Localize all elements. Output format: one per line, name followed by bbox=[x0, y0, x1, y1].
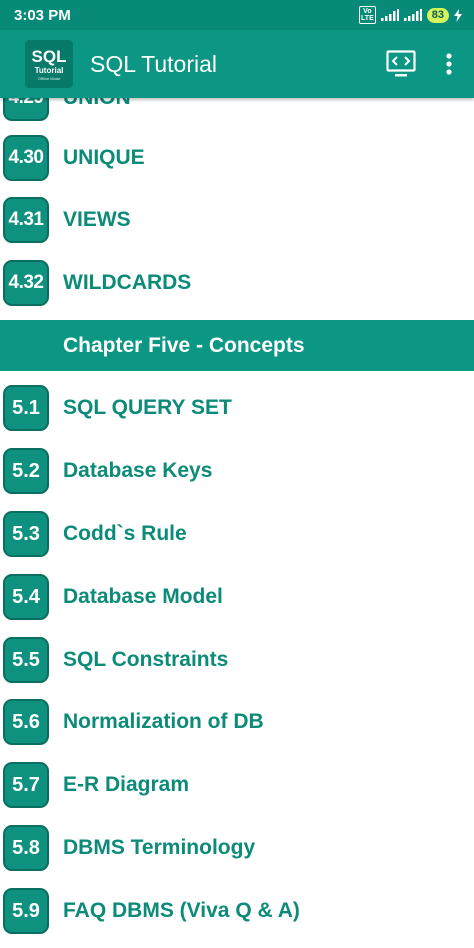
more-vertical-icon bbox=[446, 53, 452, 75]
topic-number-badge: 5.5 bbox=[3, 637, 49, 683]
status-time: 3:03 PM bbox=[14, 6, 71, 24]
logo-subtext: Tutorial bbox=[34, 65, 64, 75]
list-item[interactable]: 4.30 UNIQUE bbox=[0, 127, 474, 189]
list-item[interactable]: 5.1 SQL QUERY SET bbox=[0, 377, 474, 439]
topic-number-badge: 5.6 bbox=[3, 699, 49, 745]
list-item[interactable]: 5.3 Codd`s Rule bbox=[0, 503, 474, 565]
topic-label: Codd`s Rule bbox=[63, 522, 187, 545]
topic-label: UNIQUE bbox=[63, 146, 145, 169]
app-bar: SQL Tutorial Offline Mode SQL Tutorial bbox=[0, 30, 474, 98]
battery-badge: 83 bbox=[426, 7, 449, 23]
overflow-menu-button[interactable] bbox=[440, 49, 458, 79]
code-monitor-button[interactable] bbox=[386, 49, 416, 79]
list-item[interactable]: 5.5 SQL Constraints bbox=[0, 629, 474, 691]
topic-number-badge: 5.2 bbox=[3, 448, 49, 494]
topic-label: VIEWS bbox=[63, 208, 131, 231]
topic-label: WILDCARDS bbox=[63, 271, 192, 294]
list-item[interactable]: 4.32 WILDCARDS bbox=[0, 252, 474, 314]
topic-number-badge: 4.29 bbox=[3, 98, 49, 121]
topic-label: UNION bbox=[63, 98, 131, 110]
list-item[interactable]: 5.2 Database Keys bbox=[0, 440, 474, 502]
status-icons: Vo LTE 83 bbox=[359, 6, 462, 24]
volte-icon: Vo LTE bbox=[359, 6, 376, 24]
topic-list: 4.29 UNION 4.30 UNIQUE 4.31 VIEWS 4.32 W… bbox=[0, 98, 474, 948]
topic-label: Database Model bbox=[63, 585, 223, 608]
status-bar: 3:03 PM Vo LTE 83 bbox=[0, 0, 474, 30]
topic-number-badge: 4.31 bbox=[3, 197, 49, 243]
topic-number-badge: 5.7 bbox=[3, 762, 49, 808]
topic-label: E-R Diagram bbox=[63, 773, 190, 796]
topic-label: SQL QUERY SET bbox=[63, 396, 232, 419]
list-item[interactable]: 5.4 Database Model bbox=[0, 566, 474, 628]
app-logo: SQL Tutorial Offline Mode bbox=[25, 40, 73, 88]
logo-caption: Offline Mode bbox=[37, 75, 61, 81]
topic-number-badge: 5.3 bbox=[3, 511, 49, 557]
signal-icon bbox=[380, 9, 399, 21]
list-item[interactable]: 4.31 VIEWS bbox=[0, 189, 474, 251]
topic-number-badge: 5.9 bbox=[3, 888, 49, 934]
list-item[interactable]: 4.29 UNION bbox=[0, 98, 474, 129]
chapter-header[interactable]: Chapter Five - Concepts bbox=[0, 320, 474, 371]
topic-number-badge: 4.30 bbox=[3, 135, 49, 181]
topic-label: Normalization of DB bbox=[63, 710, 264, 733]
topic-number-badge: 5.4 bbox=[3, 574, 49, 620]
list-item[interactable]: 5.7 E-R Diagram bbox=[0, 754, 474, 816]
chapter-title: Chapter Five - Concepts bbox=[63, 333, 305, 357]
topic-label: DBMS Terminology bbox=[63, 836, 256, 859]
topic-number-badge: 5.8 bbox=[3, 825, 49, 871]
logo-text: SQL bbox=[31, 46, 67, 66]
topic-number-badge: 4.32 bbox=[3, 260, 49, 306]
topic-number-badge: 5.1 bbox=[3, 385, 49, 431]
signal-icon bbox=[403, 9, 422, 21]
topic-label: FAQ DBMS (Viva Q & A) bbox=[63, 899, 300, 922]
list-item[interactable]: 5.6 Normalization of DB bbox=[0, 691, 474, 753]
list-item[interactable]: 5.9 FAQ DBMS (Viva Q & A) bbox=[0, 880, 474, 942]
app-title: SQL Tutorial bbox=[90, 50, 217, 77]
charging-icon bbox=[454, 8, 462, 22]
list-item[interactable]: 5.8 DBMS Terminology bbox=[0, 817, 474, 879]
topic-label: Database Keys bbox=[63, 459, 213, 482]
code-monitor-icon bbox=[386, 50, 416, 77]
topic-label: SQL Constraints bbox=[63, 648, 229, 671]
